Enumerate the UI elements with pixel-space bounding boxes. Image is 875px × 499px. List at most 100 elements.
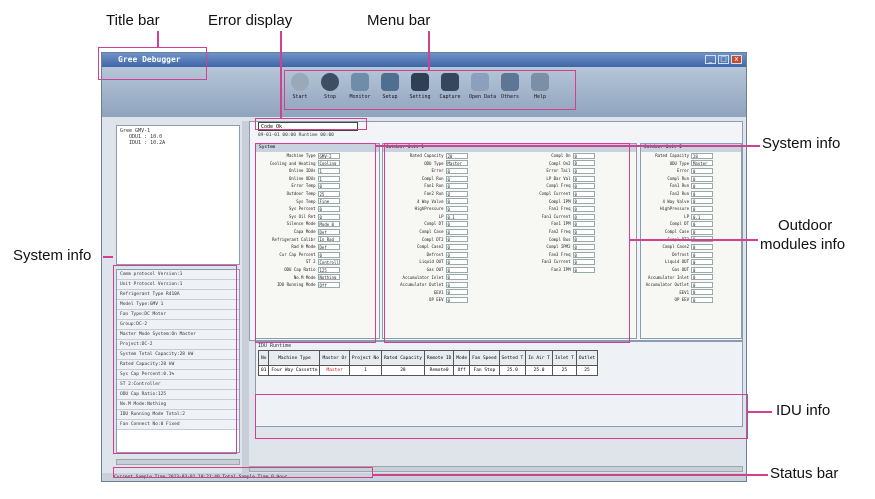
idu-header-cell: Machine Type [268, 350, 321, 366]
idu-data-cell: Master [319, 365, 350, 376]
idu-header-cell: Project No [348, 350, 382, 366]
left-scrollbar[interactable] [116, 459, 240, 465]
field-label: Liquid OUT [664, 259, 689, 265]
field-label: Defrost [672, 251, 689, 257]
field-row: Compl Case 0 [641, 228, 741, 236]
idu-table: No Machine Type Master Or Project No Rated C… [257, 350, 599, 376]
field-label: HighPressure [660, 206, 689, 212]
field-value: Master [691, 160, 713, 167]
field-value: 0 [691, 281, 713, 288]
minimize-button[interactable]: _ [705, 55, 716, 64]
title-bar-annotation: Title bar [106, 12, 160, 29]
idu-data-cell: Fan Stop [469, 365, 500, 376]
field-row: Compl DT 0 [641, 220, 741, 228]
field-value: 0 [691, 297, 713, 304]
idu-header-cell: No [257, 350, 270, 366]
idu-leader [748, 411, 772, 413]
field-label: Rated Capacity [655, 153, 689, 158]
status-bar-leader [373, 474, 768, 476]
field-row: Compl Run 0 [641, 175, 741, 183]
status-bar-highlight [113, 467, 373, 478]
idu-data-cell: 25 [575, 365, 599, 376]
menu-bar-highlight [284, 70, 576, 110]
system-info-highlight [255, 143, 376, 343]
field-value: 0.1 [691, 213, 713, 220]
idu-data-cell: Four Way Cassette [268, 365, 321, 376]
field-value: 0 [691, 259, 713, 266]
field-value: 0 [691, 205, 713, 212]
device-tree[interactable]: Gree GMV-1 ODU1 : 10.0 IDU1 : 10.2A [116, 125, 240, 265]
field-value: 0 [691, 198, 713, 205]
idu-tab[interactable]: IDU Runtime [258, 343, 291, 349]
field-row: 4 Way Valve 0 [641, 198, 741, 206]
idu-info-annotation: IDU info [776, 402, 831, 419]
field-label: Fan2 Run [669, 190, 689, 196]
field-row: ODU Type Master [641, 160, 741, 168]
outdoor-panel-2: Outdoor Unit 2 Rated Capacity 28 ODU Type M… [640, 143, 742, 339]
error-display-highlight [255, 118, 367, 130]
field-value: 0 [691, 221, 713, 228]
field-label: OP EEV [674, 297, 689, 303]
status-bar-annotation: Status bar [770, 465, 839, 482]
field-row: HighPressure 0 [641, 205, 741, 213]
field-value: 0 [691, 251, 713, 258]
field-label: EEV1 [679, 289, 689, 295]
field-label: Compl Run [667, 175, 689, 181]
field-row: LP 0.1 [641, 213, 741, 221]
close-button[interactable]: x [731, 55, 742, 64]
tree-idu[interactable]: IDU1 : 10.2A [117, 140, 239, 146]
idu-header-cell: In Air T [525, 350, 553, 366]
field-row: Error 0 [641, 167, 741, 175]
field-label: Compl DT [669, 221, 689, 227]
idu-data-cell: 25.0 [525, 365, 553, 376]
field-value: 0 [691, 243, 713, 250]
idu-header-cell: Inlet T [551, 350, 577, 366]
field-value: 0 [691, 183, 713, 190]
title-bar-leader [157, 31, 159, 47]
field-label: LP [684, 213, 689, 219]
field-value: 0 [691, 175, 713, 182]
idu-header-cell: Remote ID [423, 350, 455, 366]
title-bar-highlight [98, 47, 207, 80]
idu-data-cell: 1 [348, 365, 382, 376]
idu-header-cell: Master Or [319, 350, 350, 366]
field-row: Defrost 0 [641, 251, 741, 259]
error-display-annotation: Error display [208, 12, 293, 29]
menu-bar-annotation: Menu bar [367, 12, 431, 29]
field-row: EEV1 0 [641, 289, 741, 297]
error-display-leader [280, 31, 282, 118]
maximize-button[interactable]: □ [718, 55, 729, 64]
field-row: Gas OUT 0 [641, 266, 741, 274]
idu-data-cell: 28 [380, 365, 425, 376]
idu-header-cell: Setted T [498, 350, 527, 366]
idu-data-cell: Off [453, 365, 471, 376]
field-row: Fan1 Run 0 [641, 182, 741, 190]
outdoor-modules-annotation-line1: Outdoor [778, 217, 833, 234]
field-label: Compl Case2 [662, 244, 690, 250]
system-info-right-annotation: System info [762, 135, 841, 152]
field-label: ODU Type [669, 160, 689, 166]
field-row: OP EEV 0 [641, 296, 741, 304]
left-info-highlight [113, 265, 237, 454]
field-row: Fan2 Run 0 [641, 190, 741, 198]
main-vscroll[interactable] [242, 121, 249, 473]
idu-header-cell: Rated Capacity [380, 350, 425, 366]
outdoor-modules-annotation-line2: modules info [760, 236, 846, 253]
field-row: Rated Capacity 28 [641, 152, 741, 160]
field-label: Accumulator Inlet [648, 274, 689, 280]
field-value: 0 [691, 167, 713, 174]
field-label: Gas OUT [672, 266, 689, 272]
field-value: 0 [691, 266, 713, 273]
field-value: 0 [691, 228, 713, 235]
field-row: Compl Case2 0 [641, 243, 741, 251]
field-value: 28 [691, 152, 713, 159]
field-row: Accumulator Inlet 0 [641, 274, 741, 282]
idu-highlight [255, 394, 748, 439]
idu-data-cell: 25.0 [498, 365, 527, 376]
menu-bar-leader [428, 31, 430, 70]
field-row: Accumulator Outlet 0 [641, 281, 741, 289]
field-label: Accumulator Outlet [645, 282, 689, 288]
idu-data-cell: 25 [551, 365, 577, 376]
idu-header-cell: Outlet [575, 350, 599, 366]
field-label: 4 Way Valve [662, 198, 690, 204]
